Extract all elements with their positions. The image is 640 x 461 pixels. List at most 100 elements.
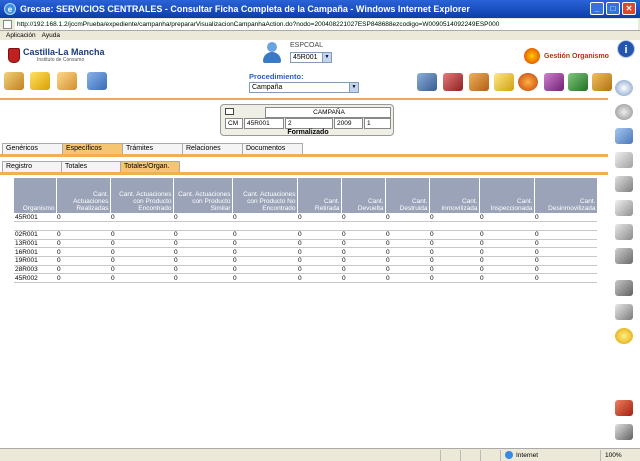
- menu-item-ayuda[interactable]: Ayuda: [42, 32, 60, 39]
- logo-subtitle: Instituto de Consumo: [37, 57, 85, 63]
- pages-icon[interactable]: [615, 152, 633, 168]
- column-header[interactable]: Cant. Destruida: [385, 178, 430, 213]
- value-cell: 0: [297, 239, 341, 249]
- chart-icon[interactable]: [568, 73, 588, 91]
- magnifier-icon[interactable]: [615, 80, 633, 96]
- edit-icon[interactable]: [4, 72, 24, 90]
- minimize-button[interactable]: _: [590, 2, 604, 15]
- column-header[interactable]: Cant. Actuaciones Realizadas: [56, 178, 111, 213]
- value-cell: [385, 221, 429, 231]
- status-segment: [440, 449, 460, 461]
- status-segment: [480, 449, 500, 461]
- value-cell: 0: [173, 247, 232, 257]
- delete-icon[interactable]: [615, 400, 633, 416]
- table-row[interactable]: 45R001 0 0 0 0 0 0 0 0 0 0: [14, 213, 597, 223]
- value-cell: 0: [297, 265, 341, 275]
- sub-tabs-underline: [0, 172, 608, 175]
- campaign-status: Formalizado: [287, 129, 329, 136]
- maximize-button[interactable]: □: [606, 2, 620, 15]
- column-header[interactable]: Cant. Retirada: [297, 178, 342, 213]
- table-row[interactable]: 19R001 0 0 0 0 0 0 0 0 0 0: [14, 256, 597, 266]
- font-icon[interactable]: [615, 304, 633, 320]
- value-cell: [341, 221, 385, 231]
- alert-icon[interactable]: [30, 72, 50, 90]
- value-cell: 0: [385, 256, 429, 266]
- column-header[interactable]: Cant. Actuaciones con Producto Encontrad…: [110, 178, 174, 213]
- table-header-row: Organismo Cant. Actuaciones Realizadas C…: [14, 178, 597, 213]
- totals-table: Organismo Cant. Actuaciones Realizadas C…: [14, 178, 597, 283]
- zoom-control[interactable]: 100%: [600, 449, 640, 461]
- value-cell: 0: [110, 213, 173, 223]
- value-cell: 0: [534, 273, 597, 283]
- value-cell: 0: [56, 230, 110, 240]
- books-icon[interactable]: [443, 73, 463, 91]
- value-cell: 0: [479, 265, 534, 275]
- url-field[interactable]: http://192.168.1.2/jccmPrueba/expediente…: [15, 18, 638, 30]
- column-header[interactable]: Cant. Desinmovilizada: [534, 178, 597, 213]
- exit-icon[interactable]: [615, 424, 633, 440]
- value-cell: 0: [429, 256, 479, 266]
- printer-icon[interactable]: [615, 280, 633, 296]
- menu-item-aplicacion[interactable]: Aplicación: [6, 32, 36, 39]
- zone-indicator: Internet: [500, 449, 600, 461]
- campaign-seq: 1: [364, 118, 391, 129]
- value-cell: 0: [232, 273, 297, 283]
- tab-genericos[interactable]: Genéricos: [2, 143, 63, 154]
- table-row[interactable]: [14, 221, 597, 231]
- column-header[interactable]: Cant. Actuaciones con Producto Similar: [173, 178, 233, 213]
- value-cell: 0: [173, 256, 232, 266]
- search-document-icon[interactable]: [544, 73, 564, 91]
- close-button[interactable]: ✕: [622, 2, 636, 15]
- globe-icon[interactable]: [518, 73, 538, 91]
- tab-relaciones[interactable]: Relaciones: [182, 143, 243, 154]
- column-header[interactable]: Organismo: [14, 178, 57, 213]
- gestion-organismo-link[interactable]: Gestión Organismo: [524, 48, 609, 64]
- laptop-icon[interactable]: [417, 73, 437, 91]
- tab-registro[interactable]: Registro: [2, 161, 62, 172]
- organismo-cell: 45R001: [14, 213, 56, 223]
- campaign-card: CAMPAÑA CM 45R001 2 2009 1 Formalizado: [220, 104, 394, 136]
- table-row[interactable]: 16R001 0 0 0 0 0 0 0 0 0 0: [14, 247, 597, 257]
- table-row[interactable]: 02R001 0 0 0 0 0 0 0 0 0 0: [14, 230, 597, 240]
- tab-tramites[interactable]: Trámites: [122, 143, 183, 154]
- menu-bar: Aplicación Ayuda: [0, 31, 640, 40]
- attach-icon[interactable]: [615, 248, 633, 264]
- window-controls: _ □ ✕: [590, 2, 636, 15]
- layers-icon[interactable]: [615, 128, 633, 144]
- value-cell: [110, 221, 173, 231]
- mail-icon[interactable]: [494, 73, 514, 91]
- column-header[interactable]: Cant. Inmovilizada: [429, 178, 480, 213]
- value-cell: 0: [110, 256, 173, 266]
- gestion-label: Gestión Organismo: [544, 52, 609, 60]
- table-row[interactable]: 28R003 0 0 0 0 0 0 0 0 0 0: [14, 265, 597, 275]
- value-cell: 0: [232, 247, 297, 257]
- procedimiento-select[interactable]: Campaña ▼: [249, 82, 359, 93]
- organismo-cell: 28R003: [14, 265, 56, 275]
- copy-icon[interactable]: [615, 200, 633, 216]
- column-header[interactable]: Cant. Actuaciones con Producto No Encont…: [232, 178, 298, 213]
- organismo-select[interactable]: 45R001 ▼: [290, 52, 332, 63]
- tab-documentos[interactable]: Documentos: [242, 143, 303, 154]
- value-cell: 0: [429, 239, 479, 249]
- tab-especificos[interactable]: Específicos: [62, 143, 123, 154]
- tab-totales-organ[interactable]: Totales/Organ.: [120, 161, 180, 172]
- value-cell: 0: [297, 256, 341, 266]
- table-row[interactable]: 13R001 0 0 0 0 0 0 0 0 0 0: [14, 239, 597, 249]
- folder-icon[interactable]: [57, 72, 77, 90]
- clipboard-icon[interactable]: [615, 224, 633, 240]
- gestion-icon: [524, 48, 540, 64]
- settings-icon[interactable]: [615, 328, 633, 344]
- table-row[interactable]: 45R002 0 0 0 0 0 0 0 0 0 0: [14, 273, 597, 283]
- value-cell: 0: [341, 265, 385, 275]
- info-icon[interactable]: i: [617, 40, 635, 58]
- value-cell: [173, 221, 232, 231]
- value-cell: 0: [534, 256, 597, 266]
- tab-totales[interactable]: Totales: [61, 161, 121, 172]
- back-icon[interactable]: [615, 104, 633, 120]
- column-header[interactable]: Cant. Devuelta: [341, 178, 386, 213]
- documents-icon[interactable]: [469, 73, 489, 91]
- value-cell: 0: [341, 273, 385, 283]
- column-header[interactable]: Cant. Inspeccionada: [479, 178, 535, 213]
- save-icon[interactable]: [615, 176, 633, 192]
- print-icon[interactable]: [87, 72, 107, 90]
